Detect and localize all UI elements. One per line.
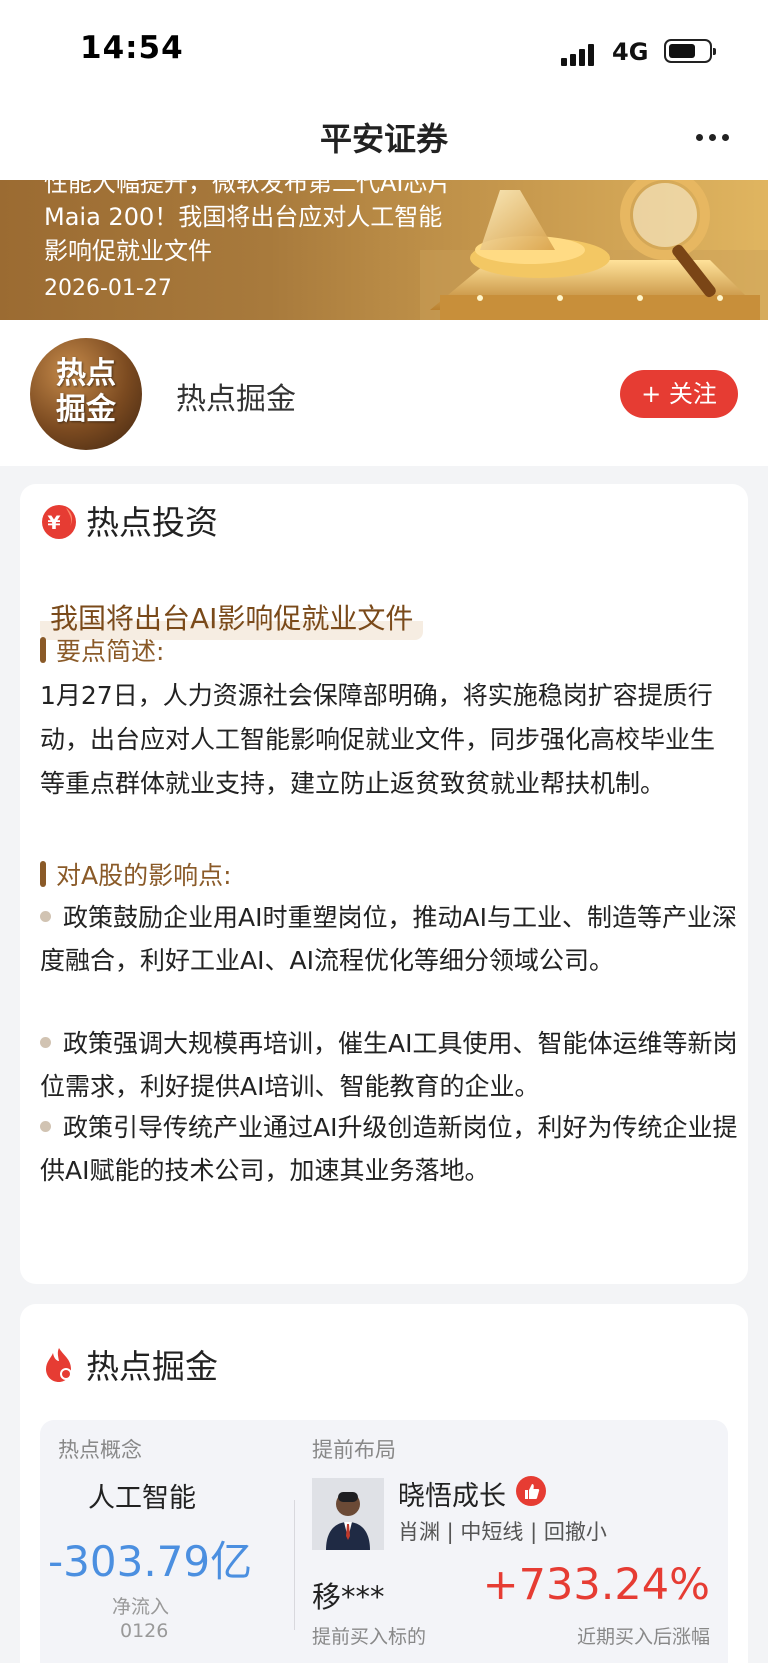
- status-bar: 14:54 4G: [0, 0, 768, 100]
- concept-value-label: 净流入: [112, 1596, 170, 1618]
- follow-button[interactable]: + 关注: [620, 370, 738, 418]
- nav-bar: 平安证券: [0, 100, 768, 180]
- page-title: 平安证券: [319, 120, 448, 158]
- hot-invest-card: ¥ 热点投资 我国将出台AI影响促就业文件 要点简述: 1月27日，人力资源社会…: [20, 484, 748, 1284]
- channel-header: 热点 掘金 热点掘金 + 关注: [0, 320, 768, 466]
- gain-label: 近期买入后涨幅: [576, 1626, 710, 1648]
- impact-label: 对A股的影响点:: [40, 856, 232, 892]
- impact-item: 政策鼓励企业用AI时重塑岗位，推动AI与工业、制造等产业深度融合，利好工业AI、…: [40, 903, 737, 975]
- status-time: 14:54: [80, 30, 184, 66]
- layout-label: 提前布局: [312, 1438, 396, 1462]
- banner-date: 2026-01-27: [44, 276, 172, 301]
- concept-date: 0126: [120, 1620, 169, 1642]
- hot-dig-panel[interactable]: 热点概念 人工智能 -303.79亿 净流入 0126 提前布局 晓悟成长 肖渊…: [40, 1420, 728, 1663]
- impact-item: 政策强调大规模再培训，催生AI工具使用、智能体运维等新岗位需求，利好提供AI培训…: [40, 1029, 738, 1101]
- network-label: 4G: [612, 38, 649, 66]
- signal-icon: [561, 42, 601, 66]
- card-title: 热点投资: [86, 503, 218, 542]
- impact-item: 政策引导传统产业通过AI升级创造新岗位，利好为传统企业提供AI赋能的技术公司，加…: [40, 1113, 738, 1185]
- channel-avatar[interactable]: 热点 掘金: [30, 338, 142, 450]
- battery-icon: [664, 39, 716, 63]
- concept-value: -303.79亿: [48, 1537, 253, 1586]
- concept-name: 人工智能: [88, 1483, 196, 1514]
- summary-label: 要点简述:: [40, 632, 164, 668]
- card-title: 热点掘金: [86, 1347, 218, 1386]
- concept-label: 热点概念: [58, 1438, 142, 1462]
- yen-flame-icon: ¥: [42, 505, 76, 539]
- channel-name: 热点掘金: [176, 382, 296, 417]
- news-banner[interactable]: 性能大幅提升，微软发布第二代AI芯片Maia 200！我国将出台应对人工智能影响…: [0, 180, 768, 320]
- stock-label: 提前买入标的: [312, 1626, 427, 1648]
- person-icon: [312, 1478, 384, 1550]
- svg-text:¥: ¥: [47, 512, 60, 534]
- avatar-text-bottom: 掘金: [56, 392, 116, 427]
- author-name: 晓悟成长: [398, 1481, 506, 1512]
- more-horizontal-icon[interactable]: [696, 134, 730, 142]
- stock-name: 移***: [312, 1580, 385, 1614]
- divider: [294, 1500, 295, 1630]
- banner-text: 性能大幅提升，微软发布第二代AI芯片Maia 200！我国将出台应对人工智能影响…: [44, 180, 452, 265]
- flame-icon: [46, 1348, 72, 1382]
- gold-treasure-illustration: [420, 180, 768, 320]
- hot-dig-card: 热点掘金 热点概念 人工智能 -303.79亿 净流入 0126 提前布局 晓悟…: [20, 1304, 748, 1663]
- summary-text: 1月27日，人力资源社会保障部明确，将实施稳岗扩容提质行动，出台应对人工智能影响…: [40, 681, 716, 798]
- author-avatar[interactable]: [312, 1478, 384, 1550]
- author-meta: 肖渊 | 中短线 | 回撤小: [398, 1520, 607, 1544]
- gain-value: +733.24%: [482, 1560, 710, 1610]
- avatar-text-top: 热点: [56, 356, 116, 391]
- thumbs-up-badge-icon: [516, 1476, 546, 1506]
